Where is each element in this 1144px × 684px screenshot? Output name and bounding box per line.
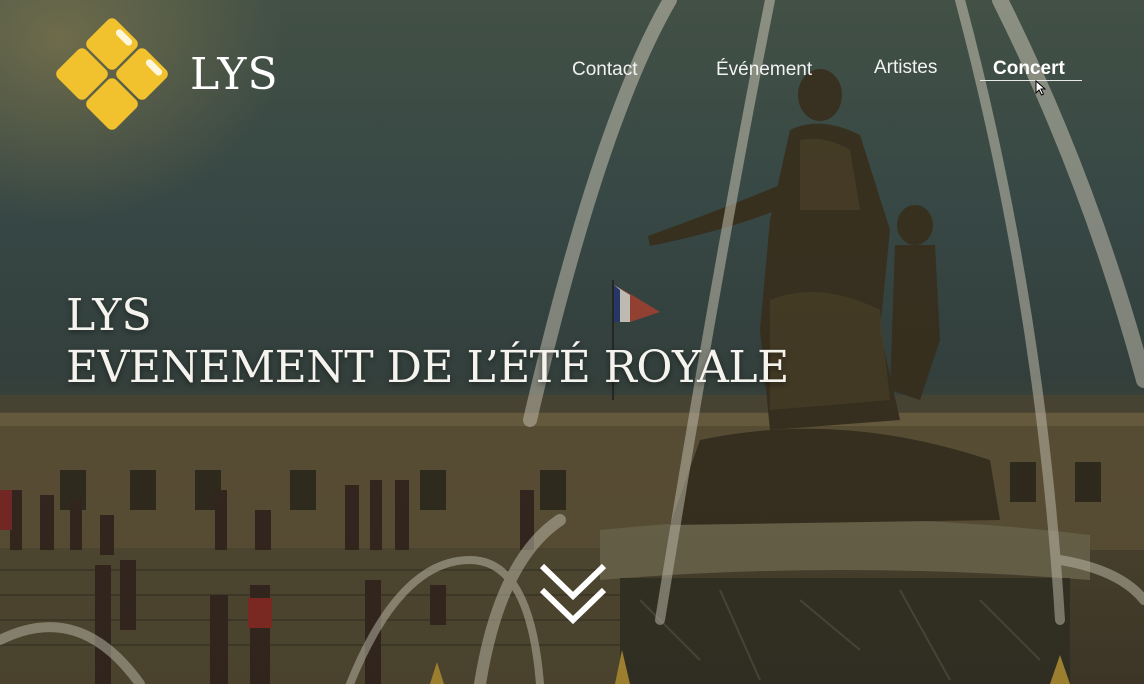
main-nav: Contact Événement Artistes Concert (0, 56, 1144, 86)
hero-headline: LYS EVENEMENT DE L’ÉTÉ ROYALE (66, 292, 789, 396)
hero-title-line2: EVENEMENT DE L’ÉTÉ ROYALE (66, 342, 789, 393)
nav-item-contact[interactable]: Contact (572, 59, 637, 81)
double-chevron-down-icon (539, 563, 607, 625)
scroll-down-button[interactable] (538, 560, 608, 630)
nav-item-concert[interactable]: Concert (993, 58, 1065, 80)
active-nav-underline (980, 80, 1082, 81)
nav-item-artistes[interactable]: Artistes (874, 57, 937, 79)
mouse-cursor-icon (1035, 80, 1047, 96)
nav-item-evenement[interactable]: Événement (716, 59, 812, 81)
hero-title-line1: LYS (66, 290, 152, 341)
